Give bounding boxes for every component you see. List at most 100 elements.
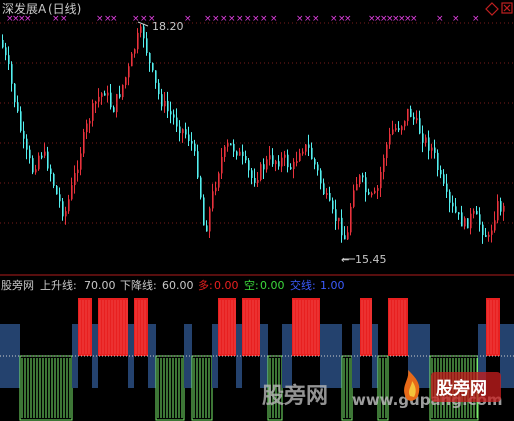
candle-body [362, 175, 364, 178]
candle-body [323, 183, 325, 195]
candle-body [287, 154, 289, 168]
candle-body [485, 235, 487, 238]
candle-body [128, 66, 130, 78]
candle-body [221, 156, 223, 174]
candle-body [302, 151, 304, 154]
candle-body [425, 137, 427, 143]
signal-marker: × [24, 14, 32, 24]
candle-body [11, 64, 13, 84]
signal-marker: × [452, 14, 460, 24]
candle-body [107, 92, 109, 96]
candle-body [242, 151, 244, 157]
bear-block [128, 324, 134, 388]
candle-body [347, 232, 349, 240]
candle-body [392, 129, 394, 135]
candle-body [59, 194, 61, 202]
candle-body [215, 187, 217, 192]
price-grid [0, 22, 514, 224]
candle-body [284, 154, 286, 158]
candle-body [500, 201, 502, 212]
signal-marker: × [140, 14, 148, 24]
bear-block [282, 324, 292, 388]
candle-body [455, 206, 457, 213]
candle-body [470, 213, 472, 229]
candle-body [71, 185, 73, 200]
signal-marker: × [344, 14, 352, 24]
signal-marker: × [236, 14, 244, 24]
candle-body [80, 153, 82, 170]
candle-body [152, 63, 154, 71]
candle-body [371, 193, 373, 196]
watermark-brand: 股旁网 [262, 383, 328, 409]
candle-body [359, 175, 361, 185]
candle-body [131, 53, 133, 67]
candle-body [62, 201, 64, 217]
diamond-icon[interactable] [485, 2, 499, 16]
signal-marker: × [96, 14, 104, 24]
candle-body [173, 114, 175, 118]
candle-body [50, 168, 52, 174]
candle-body [35, 169, 37, 173]
signal-marker: × [472, 14, 480, 24]
candle-body [167, 100, 169, 112]
candle-body [224, 146, 226, 157]
bear-block [184, 324, 192, 388]
candle-body [101, 93, 103, 97]
candle-body [176, 117, 178, 127]
down-line-value: 60.00 [162, 279, 194, 292]
candle-body [383, 158, 385, 172]
candle-body [218, 173, 220, 188]
candle-body [404, 121, 406, 127]
candle-body [113, 107, 115, 113]
candle-body [266, 159, 268, 170]
candle-body [263, 164, 265, 170]
candle-body [89, 120, 91, 124]
signal-marker: × [252, 14, 260, 24]
close-icon[interactable] [501, 2, 513, 14]
candle-body [458, 212, 460, 215]
candle-body [281, 157, 283, 167]
bear-block [352, 324, 360, 388]
candle-body [464, 218, 466, 227]
candle-body [296, 161, 298, 164]
candle-body [239, 151, 241, 156]
candle-body [377, 188, 379, 191]
candle-body [401, 126, 403, 131]
candle-body [5, 47, 7, 56]
candle-body [23, 130, 25, 139]
candle-body [158, 82, 160, 95]
candle-body [8, 55, 10, 65]
high-price-label: 18.20 [152, 20, 184, 33]
candle-body [95, 101, 97, 104]
candle-body [482, 224, 484, 236]
candle-body [65, 211, 67, 217]
bull-block [218, 298, 236, 356]
watermark-logo-badge: 股旁网 [431, 372, 501, 402]
candle-body [17, 102, 19, 112]
candle-body [341, 217, 343, 236]
candle-body [257, 179, 259, 183]
signal-marker: × [220, 14, 228, 24]
candle-body [155, 70, 157, 83]
candle-body [473, 210, 475, 214]
candle-body [446, 183, 448, 192]
candle-body [227, 143, 229, 147]
candle-body [170, 111, 172, 115]
signal-marker: × [304, 14, 312, 24]
candle-body [230, 143, 232, 146]
candle-body [494, 220, 496, 231]
candle-body [479, 214, 481, 225]
candle-body [179, 126, 181, 134]
candle-body [488, 234, 490, 237]
candle-body [278, 161, 280, 167]
candle-body [116, 94, 118, 113]
candle-body [56, 185, 58, 195]
candle-body [149, 53, 151, 64]
candle-body [197, 151, 199, 178]
watermark-logo-text: 股旁网 [436, 378, 487, 399]
candle-body [422, 133, 424, 143]
candle-body [2, 40, 4, 48]
candle-body [53, 173, 55, 186]
candle-body [407, 108, 409, 122]
candle-body [437, 152, 439, 171]
